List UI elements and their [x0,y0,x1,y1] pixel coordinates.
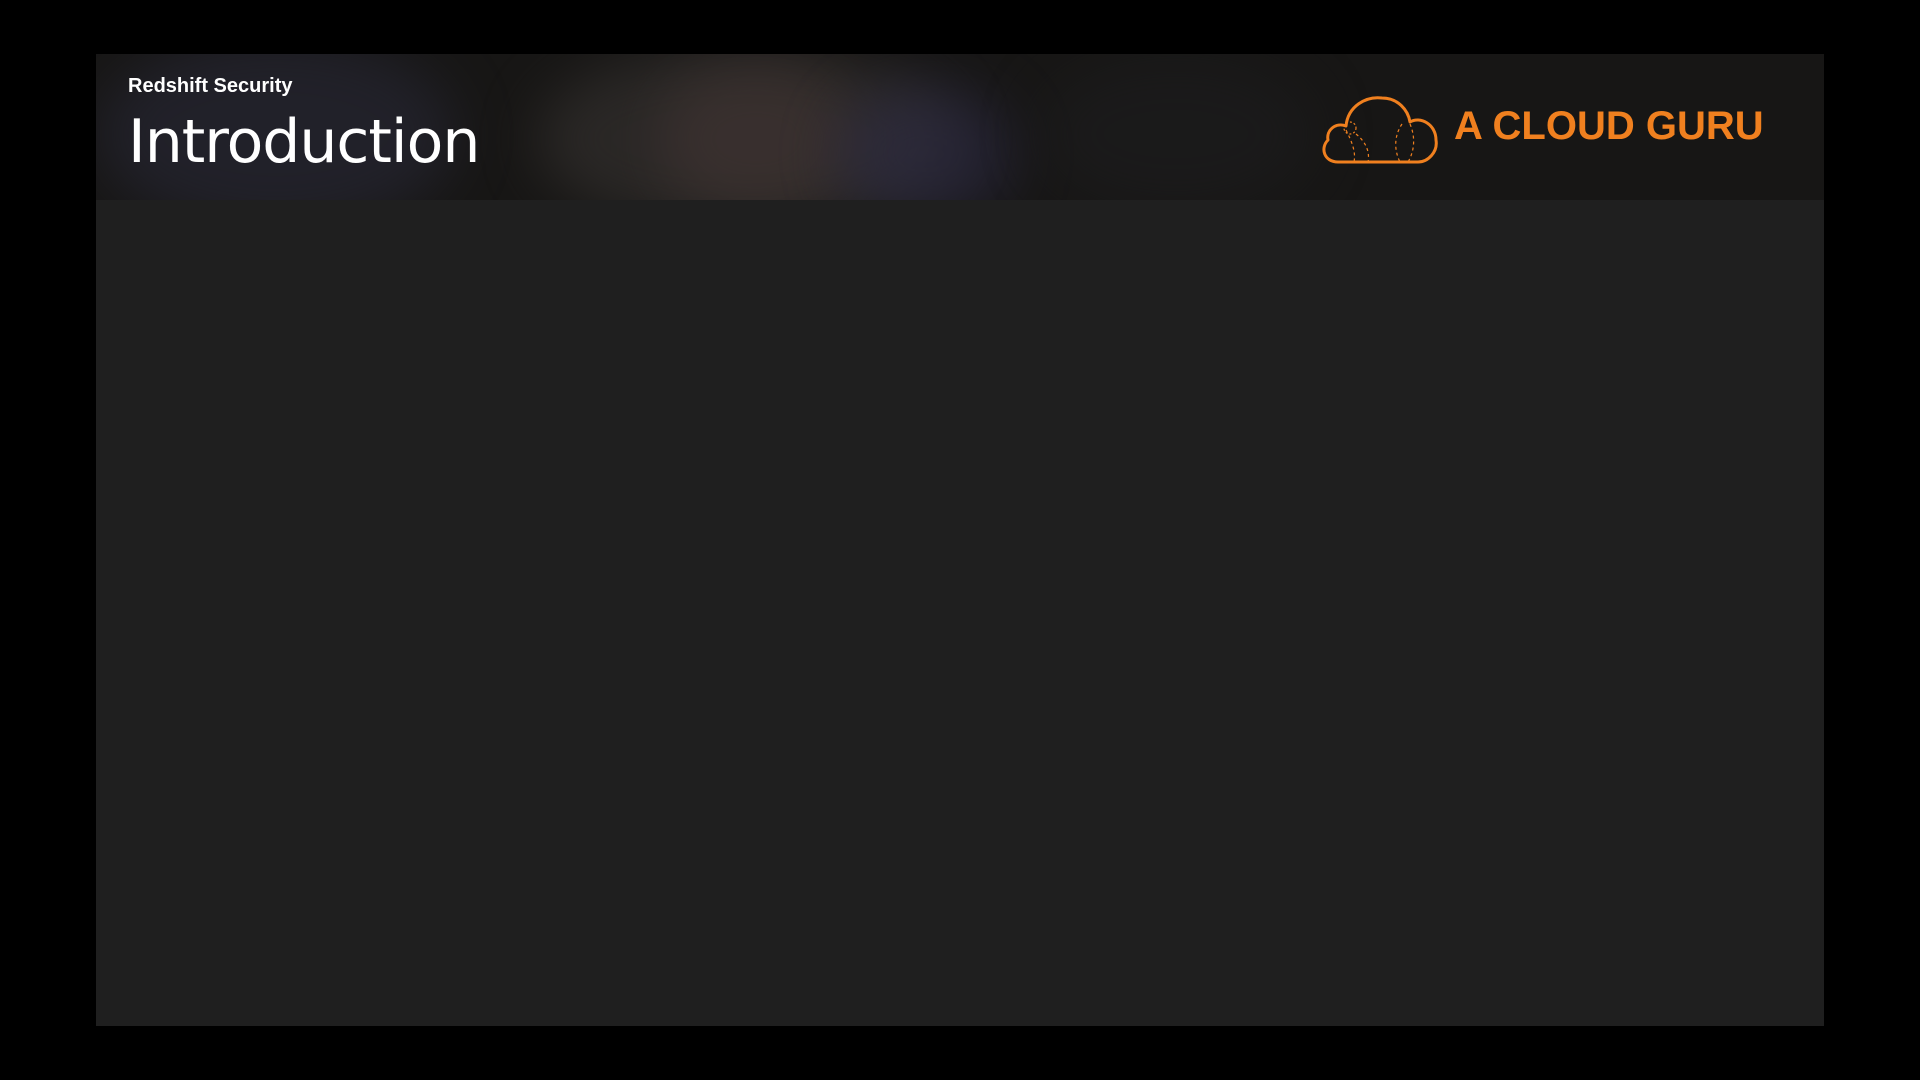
a-cloud-guru-logo: A CLOUD GURU [1316,90,1786,170]
slide-content-area [96,200,1824,1026]
slide-header: Redshift Security Introduction A CLOUD G… [96,54,1824,200]
slide-subtitle: Redshift Security [128,75,293,97]
cloud-icon [1322,96,1438,164]
slide-title: Introduction [128,107,480,177]
logo-text: A CLOUD GURU [1454,104,1764,148]
slide: Redshift Security Introduction A CLOUD G… [96,54,1824,1026]
